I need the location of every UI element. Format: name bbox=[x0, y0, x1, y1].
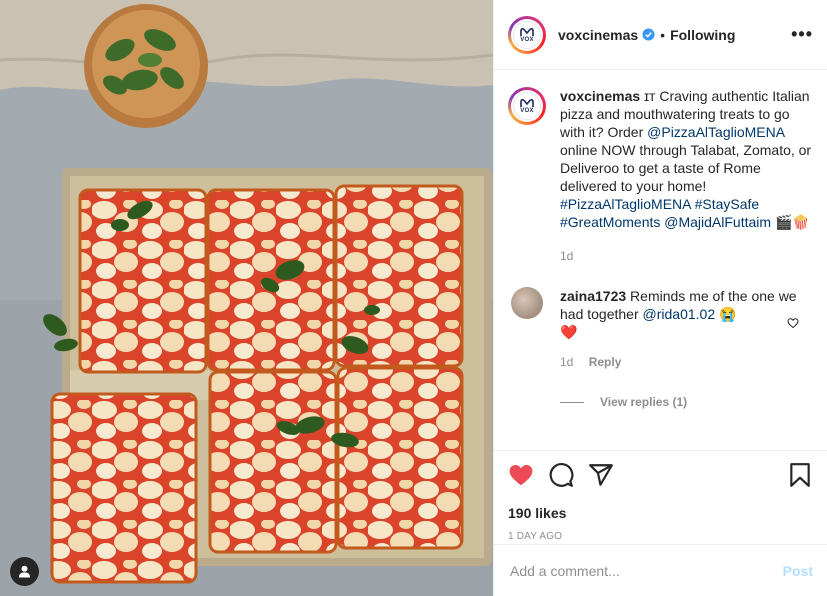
heart-icon[interactable] bbox=[508, 462, 534, 488]
comment-item: zaina1723 Reminds me of the one we had t… bbox=[508, 287, 813, 411]
vox-logo-icon bbox=[520, 27, 534, 36]
comment-icon[interactable] bbox=[548, 462, 574, 488]
instagram-post-modal: VOX voxcinemas • Following ••• VOX voxci… bbox=[0, 0, 827, 596]
share-icon[interactable] bbox=[588, 462, 614, 488]
user-tag-icon[interactable] bbox=[10, 557, 39, 586]
post-header: VOX voxcinemas • Following ••• bbox=[494, 0, 827, 70]
caption-timestamp: 1d bbox=[560, 249, 574, 263]
author-avatar[interactable]: VOX bbox=[508, 15, 546, 54]
pizza-photo-illustration bbox=[0, 0, 493, 596]
more-icon[interactable]: ••• bbox=[791, 24, 813, 45]
caption-text: voxcinemas ɪᴛ Craving authentic Italian … bbox=[560, 87, 813, 231]
caption-body-mid: online NOW through Talabat, Zomato, or D… bbox=[560, 142, 812, 194]
add-comment-bar: Post bbox=[494, 544, 827, 596]
verified-icon bbox=[642, 28, 655, 41]
separator-dot: • bbox=[660, 26, 666, 43]
comments-section: VOX voxcinemas ɪᴛ Craving authentic Ital… bbox=[494, 71, 827, 449]
action-icons-row bbox=[508, 461, 813, 489]
post-side-panel: VOX voxcinemas • Following ••• VOX voxci… bbox=[493, 0, 827, 596]
post-comment-button[interactable]: Post bbox=[783, 563, 813, 579]
caption-emojis: 🎬🍿 bbox=[771, 214, 810, 230]
view-replies-line bbox=[560, 401, 584, 403]
comment-heart-emoji: ❤️ bbox=[560, 324, 578, 340]
caption-author-avatar[interactable]: VOX bbox=[508, 87, 546, 125]
commenter-avatar[interactable] bbox=[511, 287, 543, 319]
comment-text: zaina1723 Reminds me of the one we had t… bbox=[560, 287, 813, 323]
vox-logo-icon bbox=[520, 98, 534, 107]
reply-button[interactable]: Reply bbox=[589, 355, 622, 369]
caption: VOX voxcinemas ɪᴛ Craving authentic Ital… bbox=[508, 87, 813, 265]
like-comment-icon[interactable] bbox=[787, 317, 799, 329]
add-comment-input[interactable] bbox=[510, 562, 783, 579]
vox-logo-text: VOX bbox=[520, 108, 534, 114]
likes-count[interactable]: 190 likes bbox=[508, 505, 813, 521]
view-replies-button[interactable]: View replies (1) bbox=[560, 393, 813, 411]
view-replies-label: View replies (1) bbox=[600, 395, 688, 409]
post-date: 1 DAY AGO bbox=[508, 531, 563, 542]
author-username[interactable]: voxcinemas bbox=[558, 27, 638, 43]
following-button[interactable]: Following bbox=[670, 27, 735, 43]
vox-logo-text: VOX bbox=[520, 36, 534, 43]
caption-mention-link-2[interactable]: @MajidAlFuttaim bbox=[664, 214, 771, 230]
caption-mention-link[interactable]: @PizzaAlTaglioMENA bbox=[647, 124, 784, 140]
post-photo[interactable] bbox=[0, 0, 493, 596]
caption-username[interactable]: voxcinemas bbox=[560, 88, 640, 104]
comment-username[interactable]: zaina1723 bbox=[560, 288, 626, 304]
bookmark-icon[interactable] bbox=[787, 462, 813, 488]
comment-timestamp: 1d bbox=[560, 355, 574, 369]
comment-meta: 1d Reply bbox=[560, 353, 813, 371]
post-actions: 190 likes 1 DAY AGO bbox=[494, 450, 827, 542]
comment-emoji: 😭 bbox=[715, 306, 737, 322]
comment-mention-link[interactable]: @rida01.02 bbox=[643, 306, 716, 322]
